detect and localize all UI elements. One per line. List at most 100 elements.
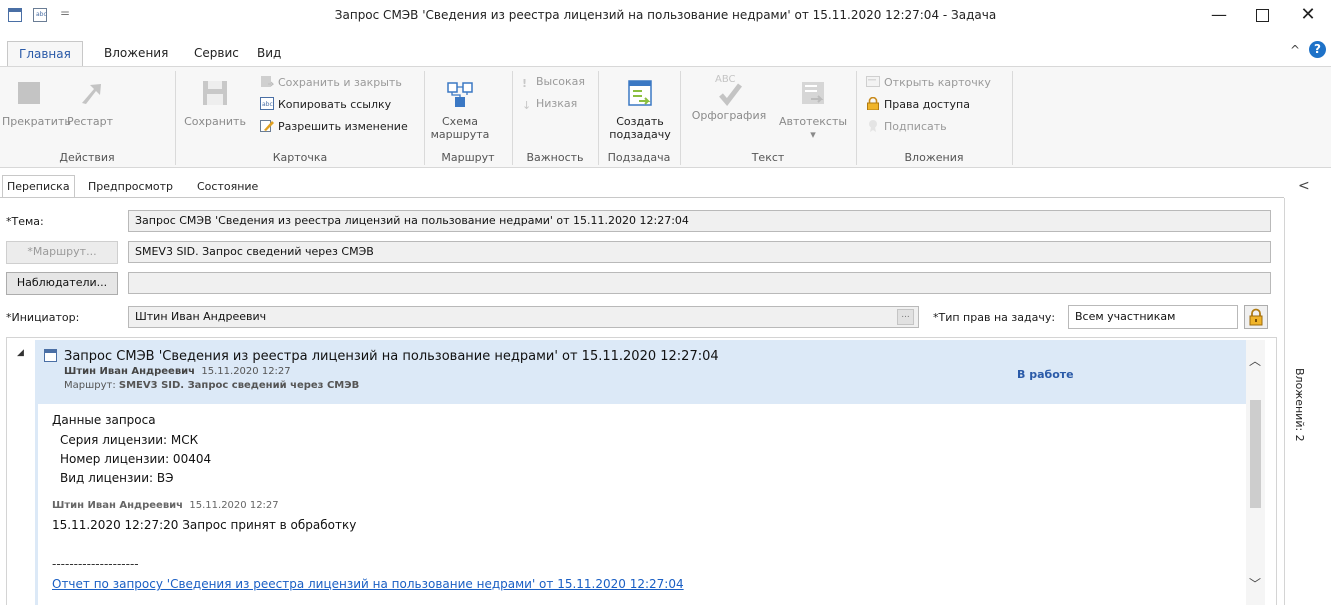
save-close-icon [260,75,275,88]
window-title: Запрос СМЭВ 'Сведения из реестра лицензи… [334,8,997,22]
status-badge: В работе [1017,368,1074,381]
group-label-text: Текст [751,151,785,164]
maximize-icon [1255,9,1269,22]
message-route-label: Маршрут: [64,380,116,391]
license-type: Вид лицензии: ВЭ [60,471,174,485]
spelling-button[interactable]: ABC Орфография [688,71,770,122]
autotext-icon [797,77,829,109]
save-icon [199,77,231,109]
lock-icon [1249,308,1263,326]
subject-label: *Тема: [6,215,44,228]
initiator-browse-button[interactable]: ... [897,309,914,325]
group-label-route: Маршрут [441,151,495,164]
ribbon-tab-view[interactable]: Вид [257,46,281,60]
close-button[interactable]: ✕ [1285,0,1331,32]
group-label-subtask: Подзадача [607,151,671,164]
reply-meta: Штин Иван Андреевич 15.11.2020 12:27 [52,500,279,511]
subject-field[interactable]: Запрос СМЭВ 'Сведения из реестра лицензи… [128,210,1271,232]
observers-button[interactable]: Наблюдатели... [6,272,118,295]
importance-low-label: Низкая [536,97,578,110]
autotext-label: Автотексты [778,115,848,128]
message-author: Штин Иван Андреевич [64,366,196,377]
lock-icon [866,96,880,111]
tab-correspondence[interactable]: Переписка [2,175,75,198]
ribbon-tab-attachments[interactable]: Вложения [104,46,168,60]
attachments-pane[interactable] [1284,198,1331,605]
tab-preview[interactable]: Предпросмотр [84,178,177,195]
restart-label: Рестарт [67,115,113,128]
autotext-button[interactable]: Автотексты ▾ [774,77,852,141]
open-card-button[interactable]: Открыть карточку [866,75,991,89]
importance-high-label: Высокая [536,75,586,88]
collapse-message-icon[interactable]: ◢ [17,348,24,358]
open-card-label: Открыть карточку [884,76,991,89]
group-label-attachments: Вложения [904,151,964,164]
ribbon-tab-service[interactable]: Сервис [194,46,239,60]
message-thread-bar [35,404,38,605]
stop-label: Прекратить [2,115,71,128]
access-rights-button[interactable]: Права доступа [866,96,970,111]
initiator-field[interactable]: Штин Иван Андреевич [128,306,919,328]
title-bar: abc = Запрос СМЭВ 'Сведения из реестра л… [0,0,1331,32]
scroll-up-icon[interactable]: ︿ [1249,352,1261,369]
request-data-heading: Данные запроса [52,413,156,427]
rights-type-label: *Тип прав на задачу: [933,311,1056,324]
scroll-down-icon[interactable]: ﹀ [1249,575,1261,592]
importance-high-button[interactable]: ! Высокая [522,75,585,90]
license-number: Номер лицензии: 00404 [60,452,212,466]
tab-state[interactable]: Состояние [193,178,262,195]
card-icon [866,75,880,88]
rights-lock-button[interactable] [1244,305,1268,329]
report-link[interactable]: Отчет по запросу 'Сведения из реестра ли… [52,577,684,591]
sign-icon [866,119,880,132]
route-field[interactable]: SMEV3 SID. Запрос сведений через СМЭВ [128,241,1271,263]
ribbon-tab-home[interactable]: Главная [7,41,83,66]
stop-icon [13,77,45,109]
create-subtask-icon [624,77,656,109]
attachments-count-label[interactable]: Вложений: 2 [1293,368,1306,442]
collapse-pane-button[interactable]: < [1298,178,1310,194]
create-subtask-button[interactable]: Создать подзадачу [604,77,676,141]
scroll-thumb[interactable] [1250,400,1261,508]
save-close-button[interactable]: Сохранить и закрыть [260,75,402,89]
task-icon [44,349,57,362]
maximize-button[interactable] [1239,0,1285,32]
route-scheme-button[interactable]: Схема маршрута [430,77,490,141]
help-icon[interactable]: ? [1309,41,1326,58]
importance-low-button[interactable]: ↓ Низкая [522,97,577,112]
minimize-button[interactable]: — [1196,0,1242,32]
sign-label: Подписать [884,120,947,133]
route-button[interactable]: *Маршрут... [6,241,118,264]
reply-author: Штин Иван Андреевич [52,500,184,511]
reply-date: 15.11.2020 12:27 [189,500,279,511]
sign-button[interactable]: Подписать [866,119,947,133]
allow-change-label: Разрешить изменение [278,120,408,133]
tab-divider [0,197,1284,198]
svg-text:abc: abc [262,101,273,108]
ribbon: Прекратить Рестарт Действия Сохранить Со… [0,66,1331,168]
message-scrollbar[interactable]: ︿ ﹀ [1246,340,1265,605]
allow-change-icon [260,119,274,132]
group-separator [1012,71,1013,165]
save-button[interactable]: Сохранить [184,77,246,128]
message-route: Маршрут: SMEV3 SID. Запрос сведений чере… [64,380,359,391]
message-meta: Штин Иван Андреевич 15.11.2020 12:27 [64,366,291,377]
group-label-card: Карточка [272,151,328,164]
reply-text: 15.11.2020 12:27:20 Запрос принят в обра… [52,518,357,532]
observers-field[interactable] [128,272,1271,294]
ribbon-tab-bar: Главная Вложения Сервис Вид ^ ? [0,32,1331,66]
spelling-icon: ABC [713,71,745,109]
license-series: Серия лицензии: МСК [60,433,199,447]
save-label: Сохранить [184,115,246,128]
group-label-importance: Важность [526,151,584,164]
message-route-value: SMEV3 SID. Запрос сведений через СМЭВ [118,380,360,391]
copy-link-label: Копировать ссылку [278,98,392,111]
stop-button[interactable]: Прекратить [2,77,71,128]
rights-type-field[interactable]: Всем участникам [1068,305,1238,329]
allow-change-button[interactable]: Разрешить изменение [260,119,408,133]
create-subtask-label-2: подзадачу [609,128,671,141]
ribbon-collapse-button[interactable]: ^ [1290,43,1300,57]
restart-button[interactable]: Рестарт [66,77,114,128]
copy-link-button[interactable]: abc Копировать ссылку [260,97,391,111]
create-subtask-label-1: Создать [616,115,664,128]
